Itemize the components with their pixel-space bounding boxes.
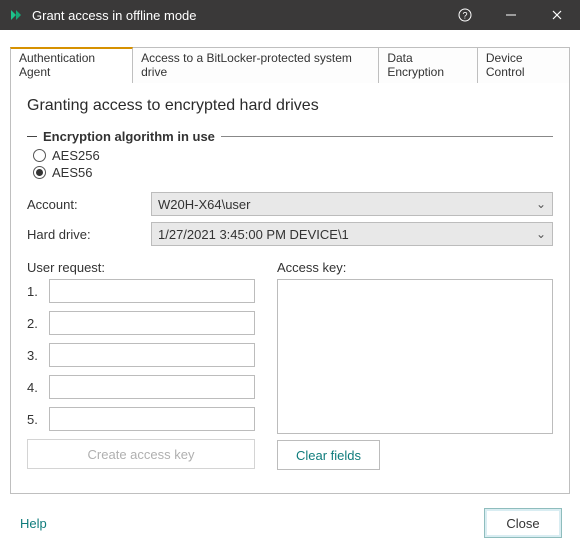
radio-aes256[interactable]: AES256 [33,148,553,163]
account-value: W20H-X64\user [158,197,250,212]
radio-label: AES56 [52,165,92,180]
content: Authentication Agent Access to a BitLock… [0,30,580,494]
tab-strip: Authentication Agent Access to a BitLock… [10,46,570,82]
titlebar: Grant access in offline mode ? [0,0,580,30]
clear-fields-button[interactable]: Clear fields [277,440,380,470]
radio-aes56[interactable]: AES56 [33,165,553,180]
svg-text:?: ? [462,11,467,21]
tab-panel: Granting access to encrypted hard drives… [10,82,570,494]
divider [221,136,553,137]
hdd-value: 1/27/2021 3:45:00 PM DEVICE\1 [158,227,349,242]
chevron-down-icon: ⌄ [536,227,546,241]
encryption-legend: Encryption algorithm in use [43,129,215,144]
radio-icon [33,166,46,179]
titlebar-help-button[interactable]: ? [442,0,488,30]
radio-icon [33,149,46,162]
hdd-label: Hard drive: [27,227,151,242]
page-title: Granting access to encrypted hard drives [27,97,553,115]
access-key-label: Access key: [277,260,553,275]
row-number: 3. [27,348,41,363]
user-request-column: User request: 1. 2. 3. 4. 5. Create acce… [27,260,255,470]
account-label: Account: [27,197,151,212]
tab-data-encryption[interactable]: Data Encryption [378,47,478,83]
chevron-down-icon: ⌄ [536,197,546,211]
create-access-key-button[interactable]: Create access key [27,439,255,469]
user-request-input-3[interactable] [49,343,255,367]
user-request-input-1[interactable] [49,279,255,303]
row-number: 4. [27,380,41,395]
window-title: Grant access in offline mode [32,8,442,23]
close-button[interactable]: Close [484,508,562,538]
row-number: 2. [27,316,41,331]
row-number: 1. [27,284,41,299]
tab-device-control[interactable]: Device Control [477,47,570,83]
tab-bitlocker[interactable]: Access to a BitLocker-protected system d… [132,47,379,83]
footer: Help Close [0,494,580,552]
tab-auth-agent[interactable]: Authentication Agent [10,47,133,83]
user-request-input-5[interactable] [49,407,255,431]
app-logo-icon [8,7,24,23]
user-request-label: User request: [27,260,255,275]
hdd-dropdown[interactable]: 1/27/2021 3:45:00 PM DEVICE\1 ⌄ [151,222,553,246]
row-number: 5. [27,412,41,427]
user-request-input-2[interactable] [49,311,255,335]
access-key-output[interactable] [277,279,553,434]
help-link[interactable]: Help [20,516,47,531]
close-window-button[interactable] [534,0,580,30]
encryption-algorithm-group: Encryption algorithm in use AES256 AES56 [27,129,553,180]
divider [27,136,37,137]
account-dropdown[interactable]: W20H-X64\user ⌄ [151,192,553,216]
access-key-column: Access key: Clear fields [277,260,553,470]
minimize-button[interactable] [488,0,534,30]
radio-label: AES256 [52,148,100,163]
user-request-input-4[interactable] [49,375,255,399]
